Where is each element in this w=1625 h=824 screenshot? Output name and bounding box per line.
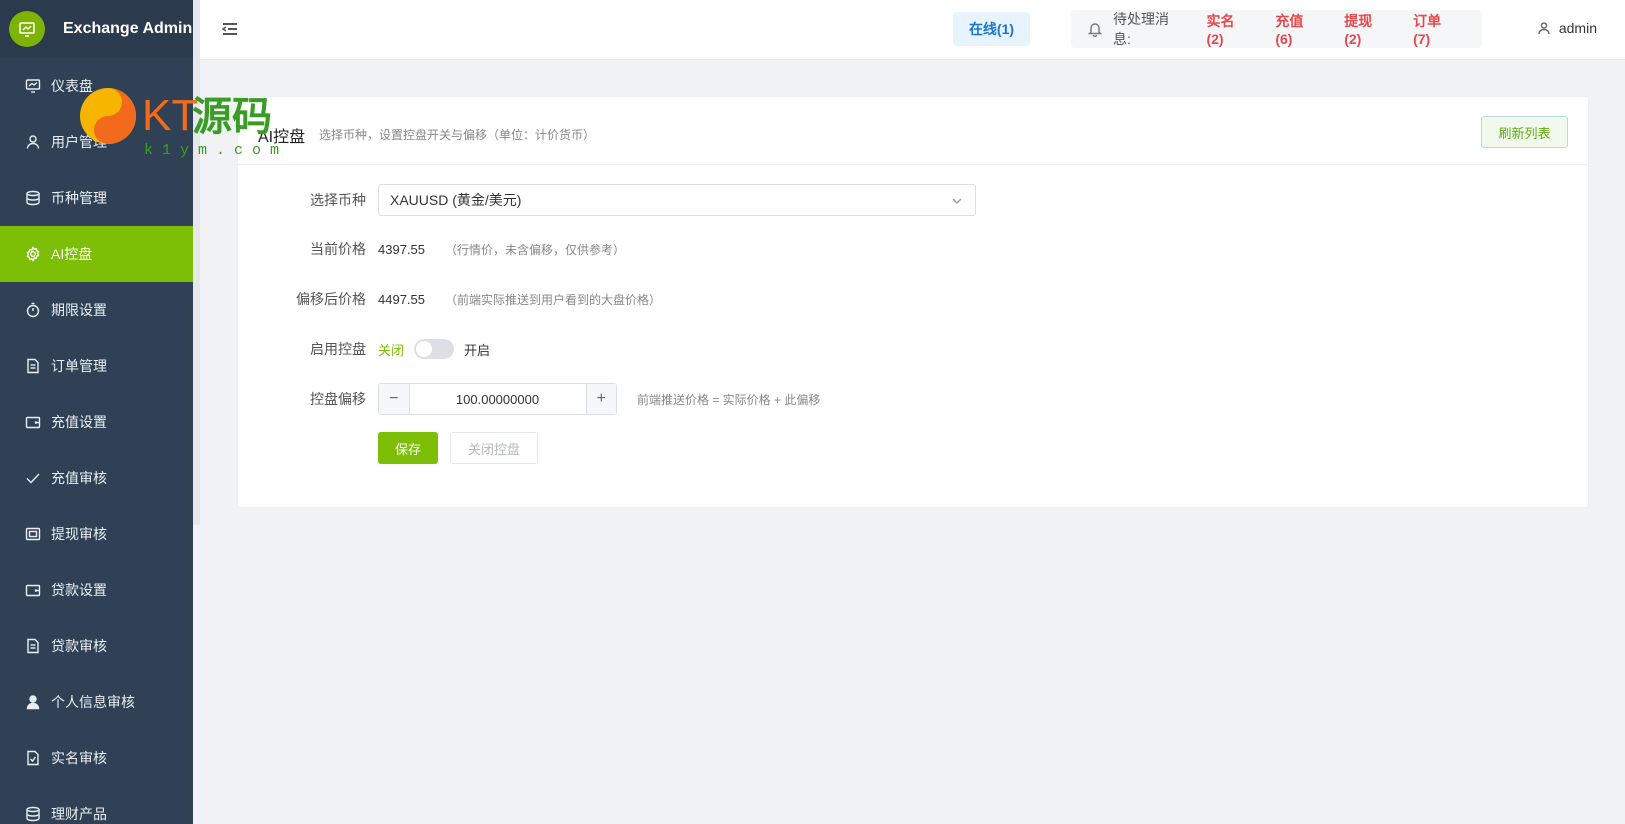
card-header: AI控盘 选择币种，设置控盘开关与偏移（单位：计价货币） 刷新列表 <box>238 97 1588 165</box>
enable-control-row: 启用控盘 关闭 开启 <box>238 333 490 365</box>
page-subtitle: 选择币种，设置控盘开关与偏移（单位：计价货币） <box>319 128 596 142</box>
ai-control-card: AI控盘 选择币种，设置控盘开关与偏移（单位：计价货币） 刷新列表 选择币种 X… <box>237 96 1589 508</box>
sidebar-item-label: 充值审核 <box>51 470 107 486</box>
document-icon <box>25 358 41 374</box>
sidebar-item-label: AI控盘 <box>51 246 93 262</box>
user-icon <box>1538 22 1550 35</box>
sidebar-item-profile-review[interactable]: 个人信息审核 <box>0 674 193 730</box>
sidebar-item-label: 提现审核 <box>51 526 107 542</box>
chart-board-icon <box>25 78 41 94</box>
offset-price-hint: （前端实际推送到用户看到的大盘价格） <box>445 292 662 307</box>
sidebar-item-label: 仪表盘 <box>51 78 93 94</box>
close-control-button[interactable]: 关闭控盘 <box>450 432 538 464</box>
sidebar-item-label: 用户管理 <box>51 134 107 150</box>
current-price-hint: （行情价，未含偏移，仅供参考） <box>445 242 626 257</box>
switch-off-label: 关闭 <box>378 342 405 358</box>
offset-price-label: 偏移后价格 <box>296 291 366 307</box>
wallet-icon <box>25 582 41 598</box>
user-icon <box>25 134 41 150</box>
sidebar-item-realname-review[interactable]: 实名审核 <box>0 730 193 786</box>
brand-title: Exchange Admin <box>63 20 193 37</box>
person-icon <box>25 694 41 710</box>
doc-check-icon <box>25 750 41 766</box>
action-row: 保存 关闭控盘 <box>238 432 538 464</box>
online-count-badge[interactable]: 在线(1) <box>953 12 1030 46</box>
sidebar-item-loan-settings[interactable]: 贷款设置 <box>0 562 193 618</box>
sidebar-item-loan-review[interactable]: 贷款审核 <box>0 618 193 674</box>
coin-select-value: XAUUSD (黄金/美元) <box>390 192 522 208</box>
current-price-row: 当前价格 4397.55 （行情价，未含偏移，仅供参考） <box>238 233 625 265</box>
sidebar-item-recharge-settings[interactable]: 充值设置 <box>0 394 193 450</box>
sidebar-item-label: 币种管理 <box>51 190 107 206</box>
enable-control-label: 启用控盘 <box>310 341 366 357</box>
sidebar-item-orders[interactable]: 订单管理 <box>0 338 193 394</box>
sidebar-item-ai-control[interactable]: AI控盘 <box>0 226 193 282</box>
save-button[interactable]: 保存 <box>378 432 438 464</box>
document-icon <box>25 638 41 654</box>
switch-on-label: 开启 <box>464 342 491 358</box>
sidebar-item-users[interactable]: 用户管理 <box>0 114 193 170</box>
pending-messages: 待处理消息: 实名(2) 充值(6) 提现(2) 订单(7) <box>1071 10 1482 48</box>
sidebar-item-term-settings[interactable]: 期限设置 <box>0 282 193 338</box>
brand[interactable]: Exchange Admin <box>0 0 193 58</box>
stopwatch-icon <box>25 302 41 318</box>
database-icon <box>25 190 41 206</box>
coin-label: 选择币种 <box>310 192 366 208</box>
gear-icon <box>25 246 41 262</box>
sidebar-item-label: 贷款审核 <box>51 638 107 654</box>
offset-stepper: − + <box>378 383 617 415</box>
coin-select[interactable]: XAUUSD (黄金/美元) <box>378 184 976 216</box>
current-price-value: 4397.55 <box>378 241 425 257</box>
offset-price-row: 偏移后价格 4497.55 （前端实际推送到用户看到的大盘价格） <box>238 283 661 315</box>
sidebar-item-coins[interactable]: 币种管理 <box>0 170 193 226</box>
sidebar-item-label: 理财产品 <box>51 806 107 822</box>
decrement-button[interactable]: − <box>379 384 410 414</box>
top-header: 在线(1) 待处理消息: 实名(2) 充值(6) 提现(2) 订单(7) adm… <box>200 0 1625 60</box>
brand-logo-icon <box>9 11 45 47</box>
chevron-down-icon <box>951 194 963 206</box>
sidebar-menu: 仪表盘 用户管理 币种管理 AI控盘 期限设置 订单管理 充值设置 充值审核 提… <box>0 58 193 824</box>
refresh-list-button[interactable]: 刷新列表 <box>1481 116 1568 148</box>
sidebar-item-label: 实名审核 <box>51 750 107 766</box>
wallet-icon <box>25 414 41 430</box>
offset-label: 控盘偏移 <box>310 391 366 407</box>
switch-knob <box>416 341 433 357</box>
sidebar-item-withdraw-review[interactable]: 提现审核 <box>0 506 193 562</box>
sidebar-item-label: 贷款设置 <box>51 582 107 598</box>
sidebar: Exchange Admin 仪表盘 用户管理 币种管理 AI控盘 期限设置 订… <box>0 0 193 824</box>
sidebar-item-recharge-review[interactable]: 充值审核 <box>0 450 193 506</box>
sidebar-scrollbar[interactable] <box>193 0 200 525</box>
menu-toggle-icon[interactable] <box>221 20 239 38</box>
offset-input[interactable] <box>409 384 586 414</box>
sidebar-item-label: 充值设置 <box>51 414 107 430</box>
offset-price-value: 4497.55 <box>378 291 425 307</box>
pending-recharge-link[interactable]: 充值(6) <box>1275 11 1320 47</box>
pending-realname-link[interactable]: 实名(2) <box>1206 11 1251 47</box>
offset-hint: 前端推送价格 = 实际价格 + 此偏移 <box>637 392 821 407</box>
pending-label: 待处理消息: <box>1113 11 1169 47</box>
bell-icon <box>1087 21 1103 38</box>
current-price-label: 当前价格 <box>310 241 366 257</box>
pending-orders-link[interactable]: 订单(7) <box>1413 11 1458 47</box>
offset-row: 控盘偏移 − + 前端推送价格 = 实际价格 + 此偏移 <box>238 383 820 415</box>
page-title: AI控盘 <box>258 129 306 146</box>
increment-button[interactable]: + <box>585 384 616 414</box>
sidebar-item-label: 订单管理 <box>51 358 107 374</box>
sidebar-item-dashboard[interactable]: 仪表盘 <box>0 58 193 114</box>
money-icon <box>25 526 41 542</box>
database-icon <box>25 806 41 822</box>
sidebar-item-label: 期限设置 <box>51 302 107 318</box>
pending-withdraw-link[interactable]: 提现(2) <box>1344 11 1389 47</box>
sidebar-item-wealth-products[interactable]: 理财产品 <box>0 786 193 824</box>
user-menu[interactable]: admin <box>1537 20 1597 36</box>
username: admin <box>1558 20 1597 36</box>
enable-control-switch[interactable] <box>414 339 455 359</box>
sidebar-item-label: 个人信息审核 <box>51 694 135 710</box>
check-icon <box>25 470 41 486</box>
coin-select-row: 选择币种 XAUUSD (黄金/美元) <box>238 184 976 216</box>
